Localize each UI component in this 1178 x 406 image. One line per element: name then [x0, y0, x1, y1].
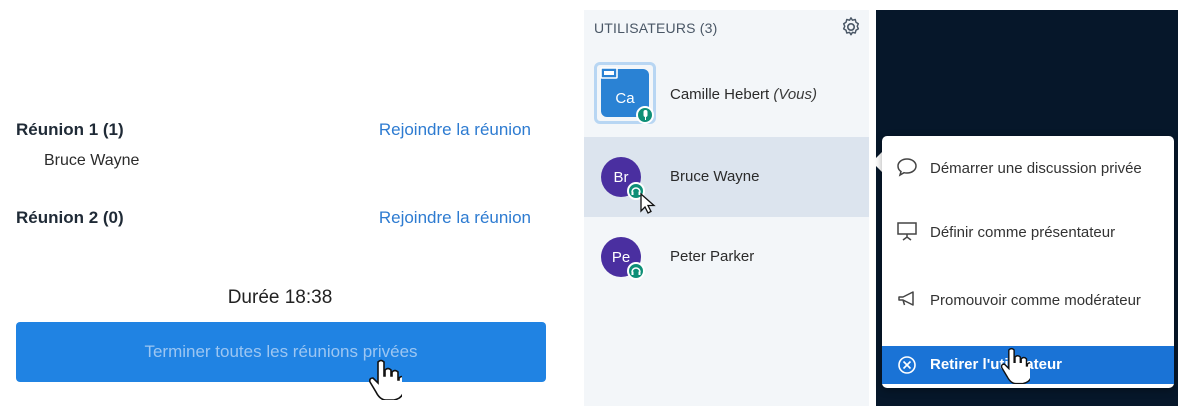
end-all-breakouts-button[interactable]: Terminer toutes les réunions privées	[16, 322, 546, 382]
duration-label: Durée 18:38	[227, 287, 333, 308]
megaphone-icon	[898, 291, 914, 306]
avatar-initials: Br	[613, 168, 629, 186]
users-header: UTILISATEURS (3)	[594, 20, 718, 36]
user-name: Camille Hebert	[670, 86, 770, 103]
remove-circle-icon	[898, 356, 916, 374]
menu-item-label: Définir comme présentateur	[930, 224, 1116, 241]
menu-item-label: Démarrer une discussion privée	[930, 160, 1142, 177]
menu-item-set-presenter[interactable]: Définir comme présentateur	[882, 220, 1174, 274]
menu-item-remove-user[interactable]: Retirer l'utilisateur	[882, 346, 1174, 384]
user-name: Bruce Wayne	[670, 168, 760, 185]
end-all-breakouts-label: Terminer toutes les réunions privées	[144, 342, 418, 361]
menu-item-promote-moderator[interactable]: Promouvoir comme modérateur	[882, 286, 1174, 340]
chat-bubble-icon	[897, 158, 917, 177]
breakout-room-2: Réunion 2 (0) Rejoindre la réunion	[16, 208, 531, 238]
user-row-peter[interactable]: Pe Peter Parker	[584, 217, 869, 297]
user-context-menu: Démarrer une discussion privée Définir c…	[882, 136, 1174, 388]
user-self-tag: (Vous)	[773, 86, 817, 103]
status-icon	[627, 262, 645, 280]
menu-item-label: Retirer l'utilisateur	[930, 356, 1062, 373]
join-room-link[interactable]: Rejoindre la réunion	[379, 208, 531, 228]
menu-item-label: Promouvoir comme modérateur	[930, 292, 1141, 309]
presentation-screen-icon	[897, 222, 917, 241]
users-panel: UTILISATEURS (3) Ca Camille Hebert (Vous…	[584, 10, 869, 406]
user-name-line: Camille Hebert (Vous)	[670, 86, 817, 103]
avatar-initials: Pe	[611, 248, 631, 266]
room-title: Réunion 1 (1)	[16, 120, 124, 139]
gear-icon[interactable]	[840, 16, 862, 38]
breakout-rooms-panel: Réunion 1 (1) Rejoindre la réunion Bruce…	[0, 0, 580, 406]
avatar-initials: Ca	[615, 89, 635, 107]
breakout-room-1: Réunion 1 (1) Rejoindre la réunion	[16, 120, 531, 150]
room-title: Réunion 2 (0)	[16, 208, 124, 227]
presenter-icon	[600, 67, 618, 79]
menu-item-private-chat[interactable]: Démarrer une discussion privée	[882, 154, 1174, 208]
user-row-camille[interactable]: Ca Camille Hebert (Vous)	[584, 58, 869, 138]
status-icon	[636, 106, 654, 124]
user-name: Peter Parker	[670, 248, 755, 265]
user-row-bruce[interactable]: Br Bruce Wayne	[584, 137, 869, 217]
join-room-link[interactable]: Rejoindre la réunion	[379, 120, 531, 140]
status-icon	[627, 182, 645, 200]
room-member: Bruce Wayne	[44, 152, 140, 169]
